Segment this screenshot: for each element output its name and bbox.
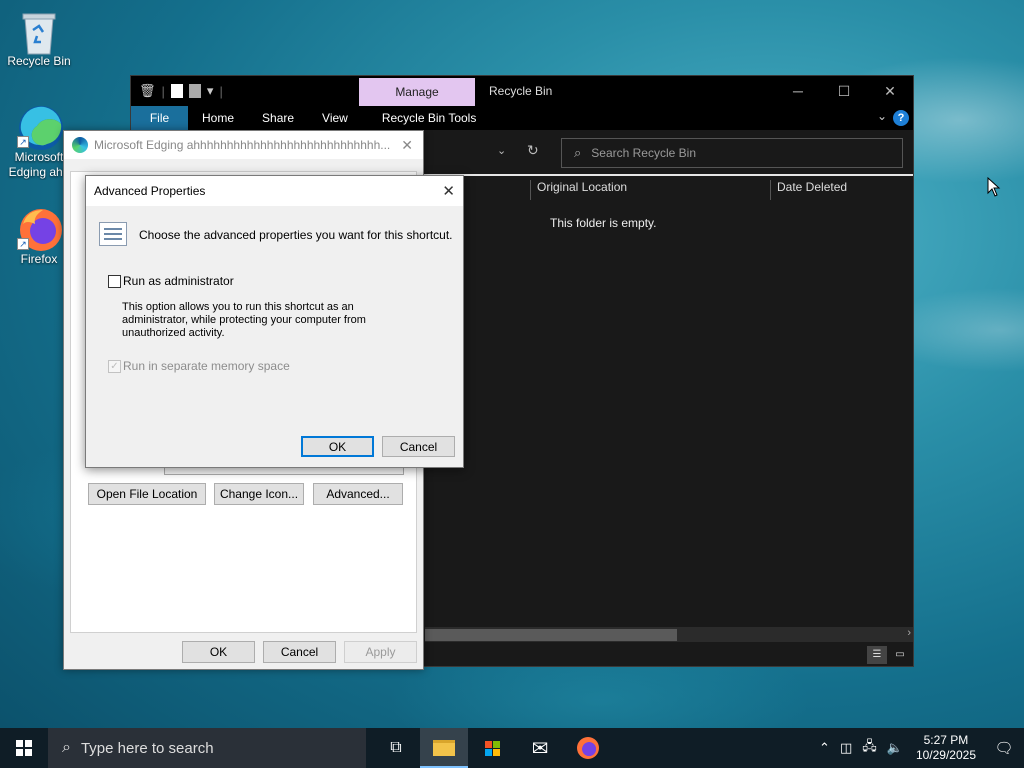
separate-memory-checkbox: ✓ Run in separate memory space [108,359,290,373]
checkbox-checked-disabled: ✓ [108,359,121,373]
recycle-bin-icon [17,8,61,55]
meet-now-icon[interactable]: ◫ [840,740,852,756]
scrollbar-thumb[interactable] [425,629,677,641]
run-as-admin-checkbox[interactable]: Run as administrator [108,274,234,288]
chevron-up-icon[interactable]: ⌃ [819,740,830,756]
new-folder-icon[interactable] [188,84,201,98]
cancel-button[interactable]: Cancel [263,641,336,663]
ok-button[interactable]: OK [182,641,255,663]
desktop-icon-recycle-bin[interactable]: Recycle Bin [1,8,77,69]
minimize-button[interactable]: ─ [775,76,821,106]
horizontal-scrollbar[interactable]: › [425,627,913,643]
open-file-location-button[interactable]: Open File Location [88,483,206,505]
cancel-button[interactable]: Cancel [382,436,455,457]
shortcut-arrow-icon: ↗ [17,136,29,148]
windows-logo-icon [16,740,32,756]
instruction-text: Choose the advanced properties you want … [139,228,453,242]
tab-view[interactable]: View [308,106,362,130]
run-as-admin-description: This option allows you to run this short… [122,301,366,339]
folder-icon [433,740,455,756]
customize-qat-icon[interactable]: ▾ [207,83,214,99]
chevron-down-icon[interactable]: ⌄ [877,109,887,123]
properties-icon[interactable] [170,84,183,98]
edge-icon: ↗ [17,104,63,150]
properties-title-bar: Microsoft Edging ahhhhhhhhhhhhhhhhhhhhhh… [64,131,423,159]
large-icons-view-icon[interactable]: ▭ [890,646,910,664]
ok-button[interactable]: OK [301,436,374,457]
tab-share[interactable]: Share [248,106,308,130]
dialog-title: Advanced Properties [94,184,206,198]
system-tray: ⌃ ◫ 🖧 🔈 5:27 PM 10/29/2025 🗨 [814,728,1024,768]
empty-folder-message: This folder is empty. [550,216,657,230]
separator: | [161,83,165,99]
notification-icon[interactable]: 🗨 [984,728,1024,768]
separate-memory-label: Run in separate memory space [123,359,290,373]
advanced-button[interactable]: Advanced... [313,483,403,505]
firefox-icon [577,737,599,759]
properties-title: Microsoft Edging ahhhhhhhhhhhhhhhhhhhhhh… [94,138,391,152]
ribbon-tabs: File Home Share View Recycle Bin Tools ⌄… [131,106,913,130]
taskbar-search-box[interactable]: ⌕ Type here to search [48,728,366,768]
advanced-properties-dialog: Advanced Properties ✕ Choose the advance… [85,175,464,468]
properties-list-icon [99,222,127,246]
mouse-cursor-icon [987,177,1001,197]
mail-icon: ✉ [531,737,549,760]
firefox-icon: ↗ [17,206,62,251]
clock-time: 5:27 PM [923,733,969,747]
taskbar-mail[interactable]: ✉ [516,728,564,768]
checkbox-unchecked[interactable] [108,274,121,288]
task-view-button[interactable]: ⧉ [372,728,420,768]
tab-manage[interactable]: Manage [359,78,475,106]
store-icon [484,740,500,756]
start-button[interactable] [0,728,48,768]
explorer-title-bar: 🗑 | ▾ | Manage Recycle Bin ─ ☐ ✕ [131,76,913,106]
chevron-down-icon[interactable]: ⌄ [497,144,506,157]
taskbar-microsoft-store[interactable] [468,728,516,768]
run-as-admin-label: Run as administrator [123,274,234,288]
change-icon-button[interactable]: Change Icon... [214,483,304,505]
column-date-deleted[interactable]: Date Deleted [770,180,913,200]
separator: | [219,83,223,99]
clock[interactable]: 5:27 PM 10/29/2025 [916,733,976,763]
taskbar: ⌕ Type here to search ⧉ ✉ ⌃ ◫ 🖧 🔈 5:27 P… [0,728,1024,768]
quick-access-toolbar: 🗑 | ▾ | [131,76,223,106]
network-icon[interactable]: 🖧 [862,737,877,759]
column-original-location[interactable]: Original Location [530,180,770,200]
window-title: Recycle Bin [489,84,553,98]
scroll-right-icon[interactable]: › [907,627,911,639]
taskbar-firefox[interactable] [564,728,612,768]
apply-button[interactable]: Apply [344,641,417,663]
search-input[interactable]: ⌕ Search Recycle Bin [561,138,903,168]
volume-muted-icon[interactable]: 🔈 [887,740,903,756]
advanced-title-bar: Advanced Properties ✕ [86,176,463,206]
refresh-icon[interactable]: ↻ [527,142,539,159]
edge-icon [72,137,88,153]
taskbar-search-placeholder: Type here to search [80,739,214,757]
close-icon[interactable]: ✕ [401,137,413,154]
taskbar-file-explorer[interactable] [420,728,468,768]
shortcut-arrow-icon: ↗ [17,238,29,250]
details-view-icon[interactable]: ☰ [867,646,887,664]
search-icon: ⌕ [62,739,71,756]
tab-home[interactable]: Home [188,106,248,130]
maximize-button[interactable]: ☐ [821,76,867,106]
close-icon[interactable]: ✕ [442,182,455,200]
search-placeholder: Search Recycle Bin [591,146,696,160]
close-button[interactable]: ✕ [867,76,913,106]
clock-date: 10/29/2025 [915,748,976,762]
help-icon[interactable]: ? [893,110,909,126]
desktop-icon-label: Recycle Bin [7,54,71,68]
tab-file[interactable]: File [131,106,188,130]
recycle-bin-small-icon: 🗑 [139,83,156,98]
task-view-icon: ⧉ [390,739,402,756]
tab-recycle-bin-tools[interactable]: Recycle Bin Tools [368,106,491,130]
search-icon: ⌕ [574,145,582,160]
